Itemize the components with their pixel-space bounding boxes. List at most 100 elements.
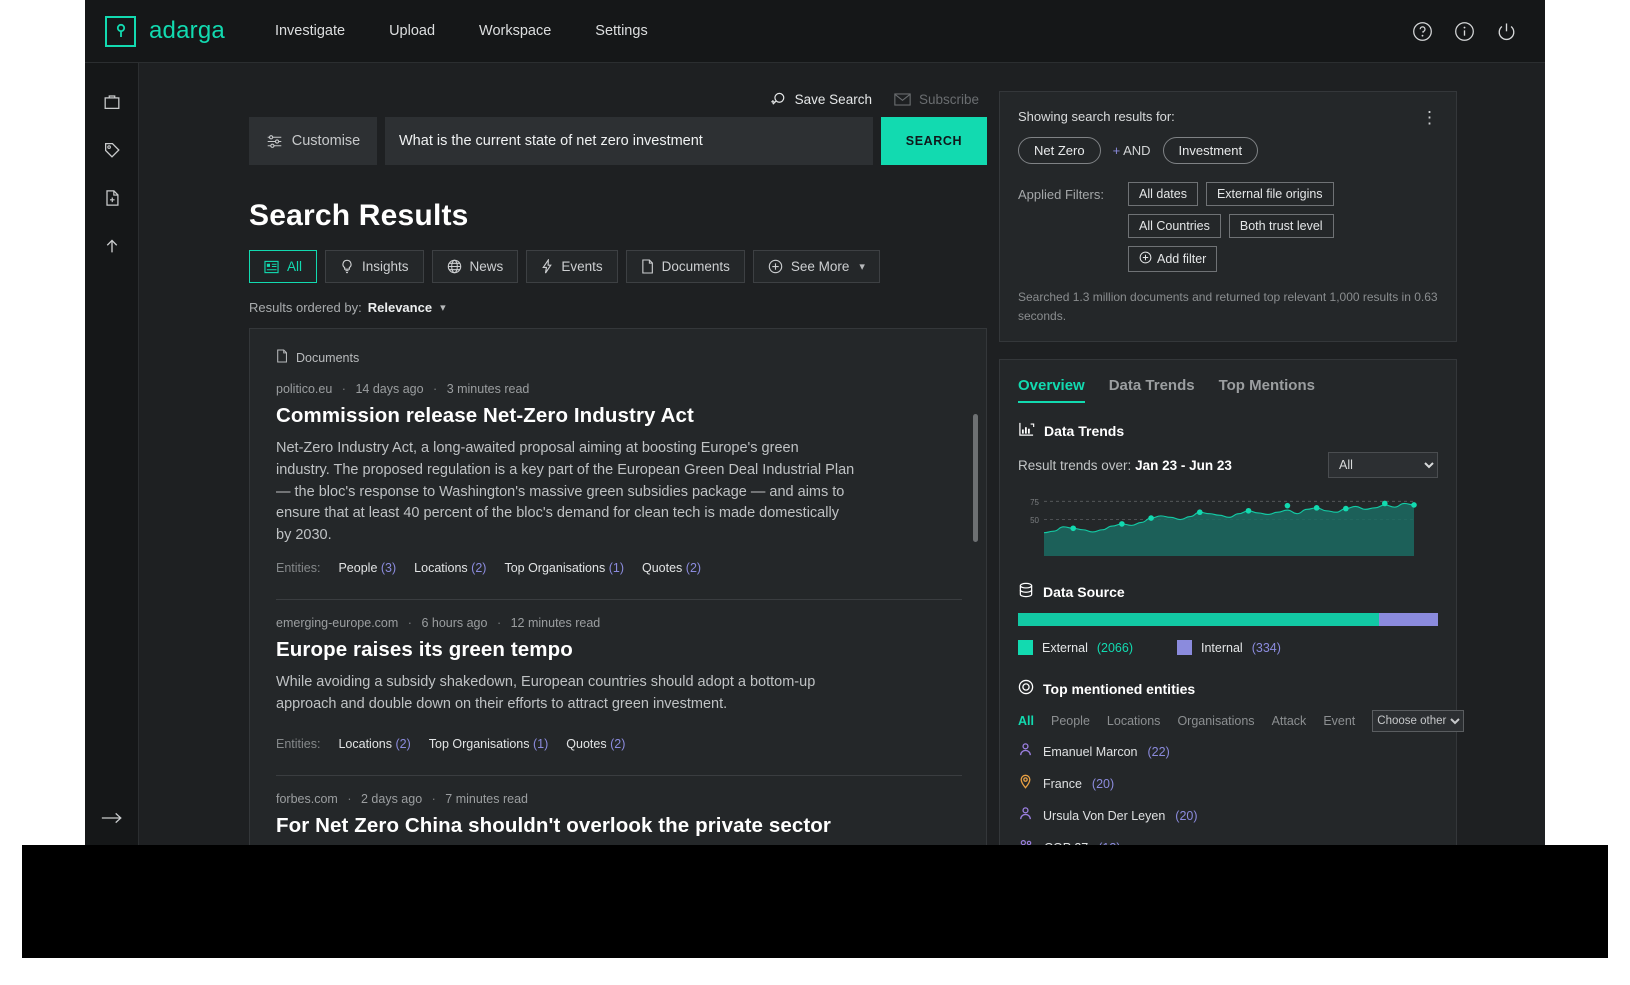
entity-tab-locations[interactable]: Locations <box>1107 714 1161 728</box>
entity-tab-event[interactable]: Event <box>1323 714 1355 728</box>
tab-see-more[interactable]: See More ▾ <box>753 250 880 283</box>
result-kind: Documents <box>276 349 962 366</box>
filter-all-countries[interactable]: All Countries <box>1128 214 1221 238</box>
tab-data-trends[interactable]: Data Trends <box>1109 377 1195 403</box>
results-scrollbar-thumb[interactable] <box>973 414 978 542</box>
power-icon[interactable] <box>1496 21 1517 42</box>
search-button[interactable]: SEARCH <box>881 117 987 165</box>
result-title[interactable]: Commission release Net-Zero Industry Act <box>276 404 962 428</box>
legend-external-count: (2066) <box>1097 641 1133 655</box>
upload-icon[interactable] <box>95 229 129 263</box>
entity-label: People <box>338 561 377 575</box>
top-entities-list: Emanuel Marcon (22) Fran <box>1018 742 1438 858</box>
entity-tab-attack[interactable]: Attack <box>1272 714 1307 728</box>
tab-news[interactable]: News <box>432 250 519 283</box>
entity-organisations[interactable]: Top Organisations (1) <box>504 561 624 575</box>
tab-insights[interactable]: Insights <box>325 250 424 283</box>
entity-list-item[interactable]: France (20) <box>1018 774 1438 794</box>
trend-filter-select[interactable]: All <box>1328 452 1438 478</box>
entity-list-item[interactable]: Emanuel Marcon (22) <box>1018 742 1438 762</box>
search-input[interactable] <box>399 133 873 149</box>
nav-item-workspace[interactable]: Workspace <box>477 17 553 45</box>
tab-documents[interactable]: Documents <box>626 250 745 283</box>
add-filter-button[interactable]: Add filter <box>1128 246 1217 272</box>
entity-organisations[interactable]: Top Organisations (1) <box>429 737 549 751</box>
entities-label: Entities: <box>276 561 320 575</box>
entity-locations[interactable]: Locations (2) <box>338 737 410 751</box>
info-icon[interactable] <box>1454 21 1475 42</box>
top-navigation-bar: adarga Investigate Upload Workspace Sett… <box>85 0 1545 63</box>
entity-quotes[interactable]: Quotes (2) <box>642 561 701 575</box>
legend-external: External (2066) <box>1018 640 1133 655</box>
tab-events[interactable]: Events <box>526 250 617 283</box>
file-add-icon[interactable] <box>95 181 129 215</box>
entity-locations[interactable]: Locations (2) <box>414 561 486 575</box>
entity-list-item[interactable]: Ursula Von Der Leyen (20) <box>1018 806 1438 826</box>
more-options-icon[interactable]: ⋮ <box>1421 109 1438 126</box>
tab-top-mentions[interactable]: Top Mentions <box>1219 377 1315 403</box>
left-sidebar <box>85 63 139 865</box>
legend-internal-label: Internal <box>1201 641 1243 655</box>
legend-internal: Internal (334) <box>1177 640 1281 655</box>
search-bar: Customise SEARCH <box>249 117 987 165</box>
database-icon <box>1018 582 1034 601</box>
result-title[interactable]: Europe raises its green tempo <box>276 638 962 662</box>
meta-separator: · <box>426 792 442 806</box>
entity-people[interactable]: People (3) <box>338 561 396 575</box>
search-field[interactable] <box>385 117 873 165</box>
tab-documents-label: Documents <box>662 259 730 274</box>
term-chip-investment[interactable]: Investment <box>1163 137 1259 164</box>
tab-overview[interactable]: Overview <box>1018 377 1085 403</box>
sidebar-expand[interactable] <box>85 801 138 849</box>
result-type-tabs: All Insights <box>249 250 987 283</box>
entity-tab-people[interactable]: People <box>1051 714 1090 728</box>
entity-tab-all[interactable]: All <box>1018 714 1034 728</box>
plus-circle-icon <box>768 259 783 274</box>
legend-external-label: External <box>1042 641 1088 655</box>
add-filter-label: Add filter <box>1157 252 1206 266</box>
trend-range-row: Result trends over: Jan 23 - Jun 23 All <box>1018 452 1438 478</box>
search-stats: Searched 1.3 million documents and retur… <box>1018 288 1438 325</box>
entity-choose-other-select[interactable]: Choose other <box>1372 710 1464 732</box>
arrow-right-icon[interactable] <box>95 801 129 835</box>
result-title[interactable]: For Net Zero China shouldn't overlook th… <box>276 814 962 838</box>
result-source: emerging-europe.com <box>276 616 398 630</box>
screen-bottom-bar <box>22 845 1608 958</box>
target-circle-icon <box>1018 679 1034 698</box>
result-meta: politico.eu · 14 days ago · 3 minutes re… <box>276 382 962 396</box>
brand-logo[interactable]: adarga <box>105 16 225 47</box>
filter-both-trust-level[interactable]: Both trust level <box>1229 214 1334 238</box>
order-by-control[interactable]: Results ordered by: Relevance ▾ <box>249 300 987 315</box>
entity-tab-organisations[interactable]: Organisations <box>1177 714 1254 728</box>
entity-label: Top Organisations <box>429 737 530 751</box>
brand-name: adarga <box>149 17 225 45</box>
entity-name: Emanuel Marcon <box>1043 745 1138 759</box>
result-item[interactable]: politico.eu · 14 days ago · 3 minutes re… <box>276 382 962 581</box>
filter-external-file-origins[interactable]: External file origins <box>1206 182 1334 206</box>
map-pin-icon <box>1018 774 1033 794</box>
applied-filters: Applied Filters: All dates External file… <box>1018 182 1438 272</box>
nav-item-investigate[interactable]: Investigate <box>273 17 347 45</box>
subscribe-button[interactable]: Subscribe <box>894 92 979 107</box>
nav-item-upload[interactable]: Upload <box>387 17 437 45</box>
result-item[interactable]: emerging-europe.com · 6 hours ago · 12 m… <box>276 616 962 758</box>
briefcase-icon[interactable] <box>95 85 129 119</box>
tab-events-label: Events <box>561 259 602 274</box>
result-snippet: While avoiding a subsidy shakedown, Euro… <box>276 672 856 716</box>
entity-quotes[interactable]: Quotes (2) <box>566 737 625 751</box>
help-icon[interactable] <box>1412 21 1433 42</box>
tab-all[interactable]: All <box>249 250 317 283</box>
data-source-legend: External (2066) Internal (334) <box>1018 640 1438 655</box>
result-age: 14 days ago <box>355 382 423 396</box>
tag-icon[interactable] <box>95 133 129 167</box>
top-entities-label: Top mentioned entities <box>1043 681 1195 697</box>
data-source-heading: Data Source <box>1018 582 1438 601</box>
top-entities-heading: Top mentioned entities <box>1018 679 1438 698</box>
nav-item-settings[interactable]: Settings <box>593 17 649 45</box>
filter-all-dates[interactable]: All dates <box>1128 182 1198 206</box>
trend-range-label: Result trends over: <box>1018 458 1131 473</box>
term-chip-net-zero[interactable]: Net Zero <box>1018 137 1101 164</box>
customise-button[interactable]: Customise <box>249 117 377 165</box>
trend-area-chart: 5075 <box>1018 488 1418 560</box>
save-search-button[interactable]: Save Search <box>770 91 872 108</box>
